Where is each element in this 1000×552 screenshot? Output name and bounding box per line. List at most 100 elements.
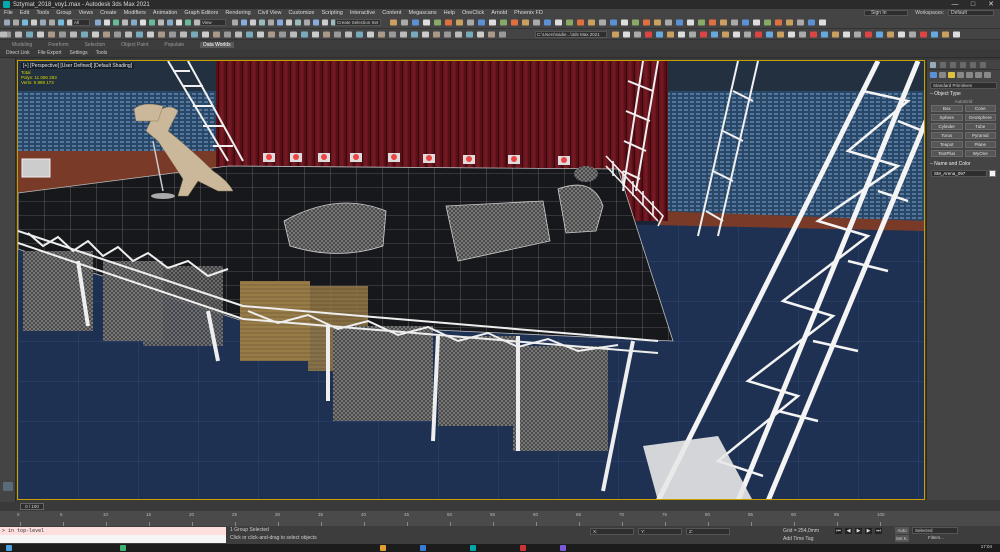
toolbar-tool-icon[interactable] [698,19,705,26]
tab-freeform[interactable]: Freeform [48,42,68,48]
toolbar-tool-icon[interactable] [821,31,828,38]
toolbar-tool-icon[interactable] [246,31,253,38]
go-to-end-icon[interactable]: ⏭ [875,528,882,534]
toolbar-tool-icon[interactable] [478,19,485,26]
utilities-tab-icon[interactable] [980,61,986,68]
toolbar-tool-icon[interactable] [434,19,441,26]
toolbar-tool-icon[interactable] [499,31,506,38]
tube-button[interactable]: Tube [964,123,996,130]
go-to-start-icon[interactable]: ⏮ [835,528,842,534]
toolbar-tool-icon[interactable] [13,19,19,26]
toolbar-tool-icon[interactable] [401,19,408,26]
toolbar-tool-icon[interactable] [731,19,738,26]
toolbar-tool-icon[interactable] [323,31,330,38]
toolbar-tool-icon[interactable] [48,31,55,38]
create-tab-icon[interactable] [930,61,936,68]
toolbar-tool-icon[interactable] [643,19,650,26]
toolbar-tool-icon[interactable] [59,31,66,38]
toolbar-tool-icon[interactable] [334,31,341,38]
x-coordinate-field[interactable]: X: [590,528,634,535]
toolbar-tool-icon[interactable] [81,31,88,38]
toolbar-tool-icon[interactable] [854,31,861,38]
object-type-rollout[interactable]: Object Type [930,91,997,98]
subtab-file-export[interactable]: File Export [38,50,62,56]
box-button[interactable]: Box [931,105,963,112]
toolbar-tool-icon[interactable] [621,19,628,26]
toolbar-tool-icon[interactable] [577,19,584,26]
toolbar-tool-icon[interactable] [466,31,473,38]
toolbar-tool-icon[interactable] [322,19,328,26]
tab-selection[interactable]: Selection [85,42,106,48]
toolbar-tool-icon[interactable] [766,31,773,38]
toolbar-tool-icon[interactable] [742,19,749,26]
menu-customize[interactable]: Customize [288,10,314,16]
toolbar-tool-icon[interactable] [202,31,209,38]
menu-rendering[interactable]: Rendering [225,10,250,16]
toolbar-tool-icon[interactable] [920,31,927,38]
menu-file[interactable]: File [4,10,13,16]
subtab-settings[interactable]: Settings [70,50,88,56]
toolbar-tool-icon[interactable] [832,31,839,38]
next-frame-icon[interactable]: ▶ [865,528,872,534]
toolbar-tool-icon[interactable] [744,31,751,38]
toolbar-tool-icon[interactable] [720,19,727,26]
menu-views[interactable]: Views [79,10,94,16]
toolbar-tool-icon[interactable] [312,31,319,38]
subtab-tools[interactable]: Tools [96,50,108,56]
toolbar-tool-icon[interactable] [555,19,562,26]
menu-interactive[interactable]: Interactive [350,10,375,16]
toolbar-tool-icon[interactable] [676,19,683,26]
lights-icon[interactable] [948,72,955,78]
reference-coordinate-dropdown[interactable]: View [200,19,226,26]
space-warps-icon[interactable] [975,72,982,78]
toolbar-tool-icon[interactable] [114,31,121,38]
toolbar-tool-icon[interactable] [786,19,793,26]
3dsmax-taskbar-icon[interactable] [470,545,476,551]
toolbar-tool-icon[interactable] [423,19,430,26]
toolbar-tool-icon[interactable] [268,19,274,26]
toolbar-tool-icon[interactable] [931,31,938,38]
time-slider-handle[interactable]: 0 / 100 [20,503,44,510]
toolbar-tool-icon[interactable] [799,31,806,38]
toolbar-tool-icon[interactable] [455,31,462,38]
geosphere-button[interactable]: GeoSphere [964,114,996,121]
toolbar-tool-icon[interactable] [511,19,518,26]
primitive-category-dropdown[interactable]: Standard Primitives [930,82,997,89]
toolbar-tool-icon[interactable] [103,31,110,38]
menu-arnold[interactable]: Arnold [491,10,507,16]
toolbar-tool-icon[interactable] [709,19,716,26]
toolbar-tool-icon[interactable] [257,31,264,38]
sign-in-dropdown[interactable]: Sign In [864,10,908,16]
toolbar-tool-icon[interactable] [149,19,155,26]
tab-object-paint[interactable]: Object Paint [121,42,148,48]
menu-modifiers[interactable]: Modifiers [124,10,146,16]
display-tab-icon[interactable] [970,61,976,68]
torus-button[interactable]: Torus [931,132,963,139]
hierarchy-tab-icon[interactable] [950,61,956,68]
toolbar-tool-icon[interactable] [665,19,672,26]
toolbar-tool-icon[interactable] [445,19,452,26]
teapot-button[interactable]: Teapot [931,141,963,148]
menu-content[interactable]: Content [382,10,401,16]
key-filter-dropdown[interactable]: Selected [912,527,958,534]
taskbar-app-3-icon[interactable] [560,545,566,551]
name-and-color-rollout[interactable]: Name and Color [930,161,997,168]
set-key-button[interactable]: Set K. [895,535,909,542]
toolbar-tool-icon[interactable] [755,31,762,38]
time-slider[interactable]: 0 / 100 [0,502,1000,511]
toolbar-tool-icon[interactable] [49,19,55,26]
toolbar-tool-icon[interactable] [345,31,352,38]
toolbar-tool-icon[interactable] [22,19,28,26]
toolbar-tool-icon[interactable] [70,31,77,38]
toolbar-tool-icon[interactable] [764,19,771,26]
toolbar-tool-icon[interactable] [656,31,663,38]
toolbar-tool-icon[interactable] [232,19,238,26]
toolbar-tool-icon[interactable] [522,19,529,26]
toolbar-tool-icon[interactable] [632,19,639,26]
toolbar-tool-icon[interactable] [140,19,146,26]
shapes-icon[interactable] [939,72,946,78]
cameras-icon[interactable] [957,72,964,78]
toolbar-tool-icon[interactable] [898,31,905,38]
toolbar-tool-icon[interactable] [953,31,960,38]
toolbar-tool-icon[interactable] [301,31,308,38]
